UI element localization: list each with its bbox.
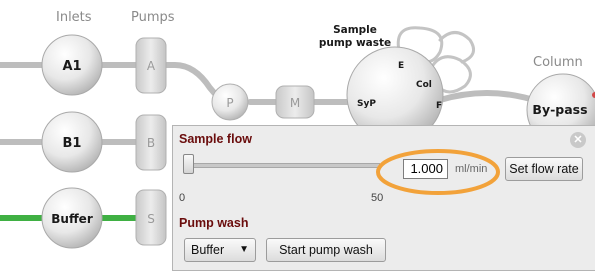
sample-flow-slider[interactable] xyxy=(183,154,380,174)
sample-pump-waste-line1: Sample xyxy=(333,24,377,36)
port-col-label: Col xyxy=(416,80,432,90)
pump-s[interactable]: S xyxy=(135,189,167,246)
set-flow-rate-button[interactable]: Set flow rate xyxy=(505,157,583,181)
pumps-header: Pumps xyxy=(131,10,175,25)
highlight-ellipse xyxy=(376,149,500,195)
pump-s-label: S xyxy=(147,212,155,226)
pump-a[interactable]: A xyxy=(135,37,167,94)
pump-wash-title: Pump wash xyxy=(179,216,249,230)
pump-a-label: A xyxy=(147,59,156,73)
slider-thumb[interactable] xyxy=(183,154,194,174)
inlets-header: Inlets xyxy=(56,10,92,25)
slider-track xyxy=(183,163,380,168)
start-pump-wash-button[interactable]: Start pump wash xyxy=(266,238,386,262)
inlet-b1-label: B1 xyxy=(63,136,82,151)
inlet-b1[interactable]: B1 xyxy=(41,111,103,173)
inlet-a1[interactable]: A1 xyxy=(41,34,103,96)
sample-flow-popup: Sample flow ✕ 0 50 1.000 ml/min Set flow… xyxy=(172,125,595,271)
m-label: M xyxy=(290,96,300,110)
inlet-buffer-label: Buffer xyxy=(51,212,93,226)
sample-flow-title: Sample flow xyxy=(179,132,252,146)
pump-b-label: B xyxy=(147,136,155,150)
slider-min-label: 0 xyxy=(179,192,186,204)
close-icon[interactable]: ✕ xyxy=(570,132,586,148)
port-e-label: E xyxy=(398,61,404,71)
bypass-label: By-pass xyxy=(532,102,587,117)
syp-label: SyP xyxy=(357,99,376,109)
inlet-buffer[interactable]: Buffer xyxy=(41,187,103,249)
wash-inlet-value: Buffer xyxy=(191,243,225,257)
port-f-label: F xyxy=(436,101,442,111)
p-label: P xyxy=(226,96,233,110)
pressure-sensor-p[interactable]: P xyxy=(211,83,249,121)
chevron-down-icon: ▼ xyxy=(239,244,249,255)
inlet-a1-label: A1 xyxy=(62,59,81,74)
wash-inlet-select[interactable]: Buffer ▼ xyxy=(184,238,256,262)
mixer-m[interactable]: M xyxy=(275,85,315,119)
column-header: Column xyxy=(533,55,583,70)
pump-b[interactable]: B xyxy=(135,114,167,171)
sample-pump-waste-line2: pump waste xyxy=(319,37,391,49)
